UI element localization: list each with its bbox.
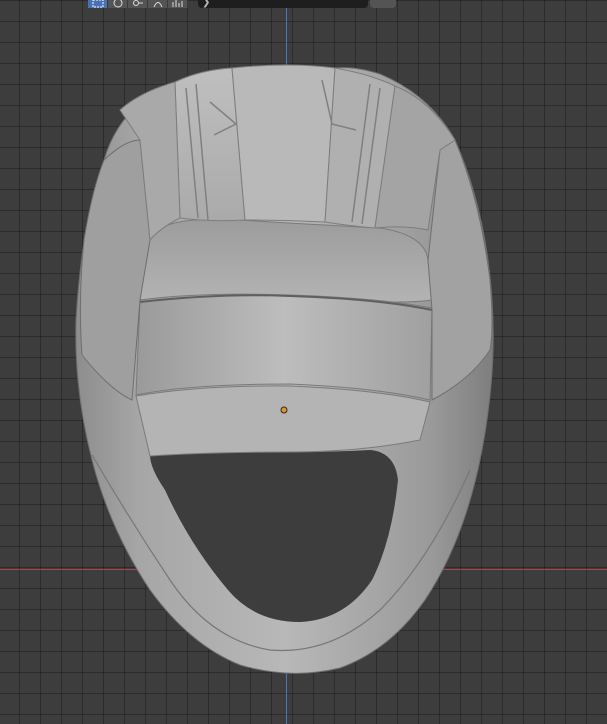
snap-icon[interactable] <box>148 0 168 8</box>
right-side-plate <box>427 139 493 401</box>
helmet-model[interactable] <box>0 0 607 724</box>
chevron-right-icon: ❯ <box>202 0 211 8</box>
3d-viewport[interactable] <box>0 0 607 724</box>
helmet-inner-cavity <box>139 218 433 303</box>
top-crest-center <box>231 64 336 223</box>
proportional-edit-icon[interactable] <box>168 0 188 8</box>
brow-band <box>135 293 433 401</box>
viewport-header-toolbar: ❯ <box>88 0 438 8</box>
toolbar-gap <box>188 0 198 8</box>
transform-pivot-icon[interactable] <box>128 0 148 8</box>
select-box-icon[interactable] <box>88 0 108 8</box>
header-path-field[interactable]: ❯ <box>198 0 368 8</box>
viewport-shading-icon[interactable] <box>108 0 128 8</box>
lower-band <box>135 385 431 457</box>
object-origin-point[interactable] <box>280 406 288 414</box>
header-end-button[interactable] <box>370 0 396 8</box>
